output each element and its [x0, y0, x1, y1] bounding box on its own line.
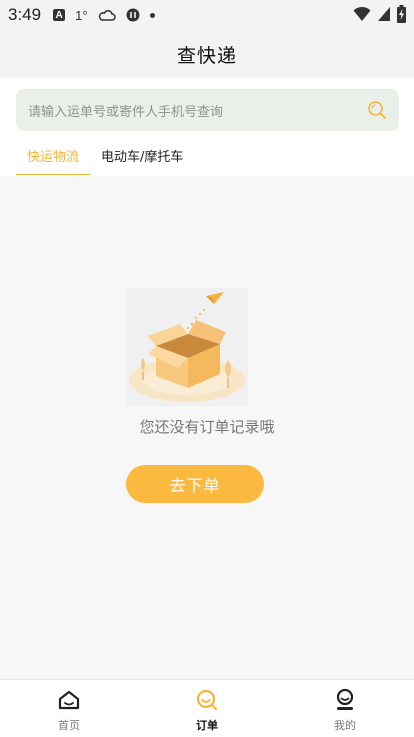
nav-orders[interactable]: 订单	[138, 680, 276, 737]
nav-profile-label: 我的	[334, 719, 356, 732]
profile-icon	[336, 688, 354, 710]
search-panel: 请输入运单号或寄件人手机号查询 快运物流 电动车/摩托车	[0, 78, 414, 176]
page-title: 查快递	[176, 44, 237, 67]
more-notifications-dot	[149, 12, 155, 18]
home-icon	[58, 690, 80, 710]
status-notification-icons: A 1°	[53, 7, 155, 23]
search-placeholder: 请输入运单号或寄件人手机号查询	[28, 104, 224, 120]
wifi-icon	[353, 6, 371, 21]
nav-orders-label: 订单	[196, 719, 218, 732]
status-time: 3:49	[8, 5, 42, 24]
page-header: 查快递	[0, 30, 414, 78]
empty-state-message: 您还没有订单记录哦	[139, 418, 275, 436]
status-system-icons	[353, 5, 406, 23]
temperature-indicator: 1°	[75, 7, 88, 23]
status-bar: 3:49 A 1°	[0, 0, 414, 30]
empty-box-illustration	[126, 288, 248, 406]
nav-profile[interactable]: 我的	[276, 680, 414, 737]
order-icon	[196, 689, 218, 711]
place-order-button[interactable]: 去下单	[126, 465, 264, 503]
nav-home[interactable]: 首页	[0, 680, 138, 737]
tab-freight-logistics[interactable]: 快运物流	[16, 138, 91, 175]
app-notification-icon: A	[53, 9, 66, 21]
weather-icon	[98, 10, 116, 21]
security-icon	[126, 8, 140, 22]
battery-icon	[397, 5, 406, 23]
tracking-search-input[interactable]: 请输入运单号或寄件人手机号查询	[16, 89, 399, 131]
nav-home-label: 首页	[58, 719, 80, 732]
search-icon[interactable]	[367, 100, 387, 120]
bottom-navigation: 首页 订单 我的	[0, 679, 414, 737]
signal-icon	[378, 7, 390, 21]
category-tabs: 快运物流 电动车/摩托车	[16, 138, 194, 176]
tab-ebike-motorcycle[interactable]: 电动车/摩托车	[90, 138, 194, 175]
